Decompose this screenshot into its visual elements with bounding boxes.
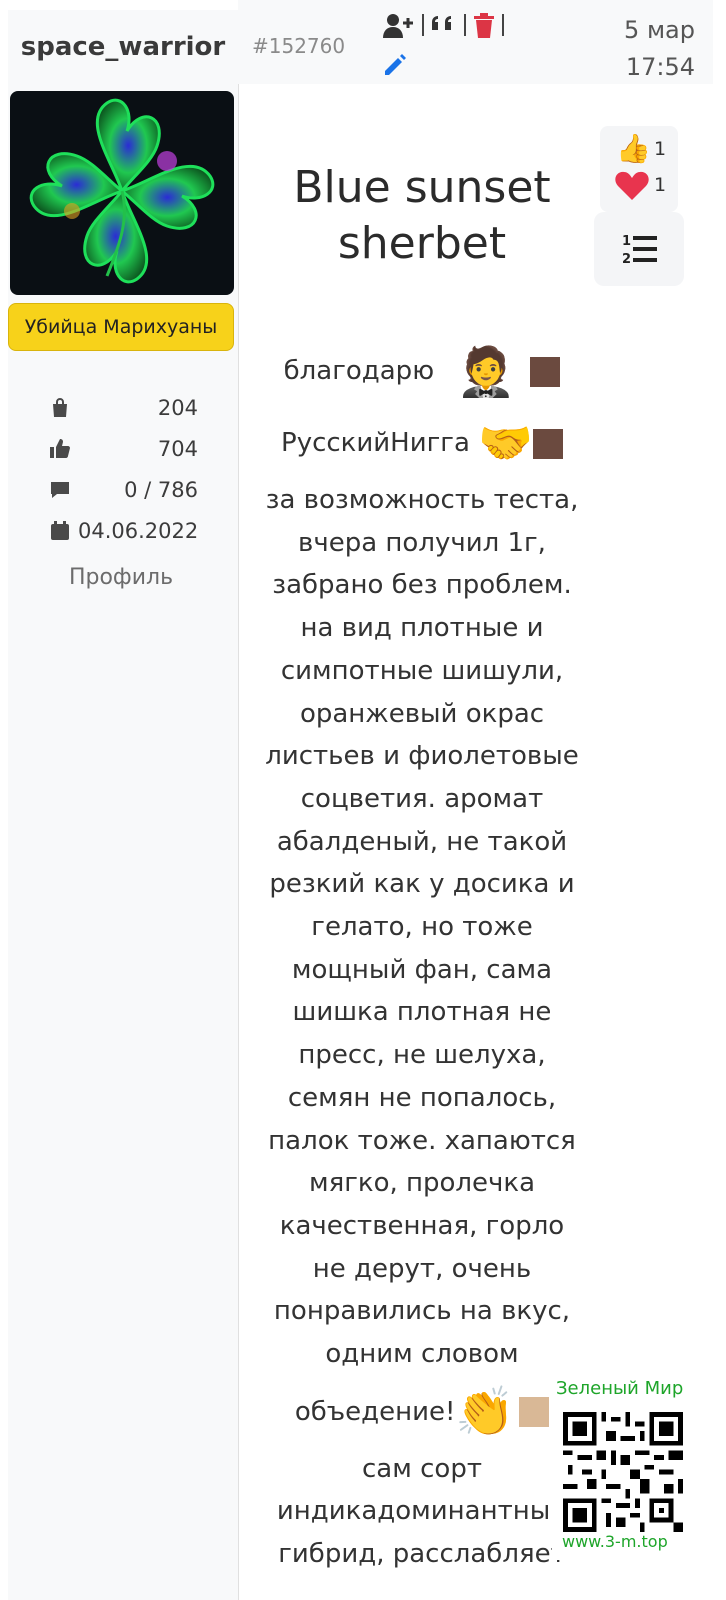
clapping-hands-emoji: 👏 xyxy=(455,1384,516,1441)
body-line: гелато, но тоже xyxy=(311,912,533,943)
table-of-contents-button[interactable]: 1 2 xyxy=(594,212,684,286)
stat-orders-value: 204 xyxy=(157,396,198,420)
user-sidebar: space_warrior Убийца Марихуаны 204 704 0… xyxy=(8,10,239,1600)
handshake-emoji: 🤝 xyxy=(478,417,533,469)
body-line: соцветия. аромат xyxy=(300,783,544,814)
stat-comments: 0 / 786 xyxy=(48,475,198,505)
post-title: Blue sunset sherbet xyxy=(262,160,582,272)
calendar-icon xyxy=(51,521,69,540)
user-plus-icon[interactable] xyxy=(382,12,416,42)
skin-tone-square xyxy=(530,356,561,387)
stat-registered-value: 04.06.2022 xyxy=(78,519,199,543)
body-line: РусскийНигга 🤝 xyxy=(262,407,582,479)
svg-text:1: 1 xyxy=(622,234,631,249)
body-text: РусскийНигга xyxy=(281,428,470,458)
avatar[interactable] xyxy=(10,91,234,295)
quote-icon[interactable] xyxy=(430,12,458,42)
post-id[interactable]: #152760 xyxy=(252,34,345,58)
reactions-panel: 👍 1 1 xyxy=(600,126,678,212)
separator xyxy=(464,14,466,36)
stat-registered: 04.06.2022 xyxy=(48,516,198,546)
post-title-line: sherbet xyxy=(337,218,507,269)
body-line: сам сорт xyxy=(362,1453,482,1484)
body-line: качественная, горло xyxy=(279,1210,565,1241)
post-title-line: Blue sunset xyxy=(293,162,551,213)
body-line: благодарю 🤵 xyxy=(262,335,582,407)
username[interactable]: space_warrior xyxy=(8,32,238,62)
man-in-tuxedo-emoji: 🤵 xyxy=(456,343,517,400)
heart-icon[interactable] xyxy=(614,170,650,202)
body-line: одним словом xyxy=(325,1339,519,1370)
body-line: индикадоминантный xyxy=(276,1496,568,1527)
trash-icon[interactable] xyxy=(472,12,496,42)
stat-likes: 704 xyxy=(48,434,198,464)
body-text: благодарю xyxy=(283,356,435,386)
separator xyxy=(422,14,424,36)
post-time: 17:54 xyxy=(625,53,695,81)
separator xyxy=(502,14,504,36)
comment-icon xyxy=(51,482,69,498)
post-datetime: 5 мар 17:54 xyxy=(624,12,695,86)
stat-likes-value: 704 xyxy=(157,437,198,461)
thumbs-up-icon xyxy=(50,439,70,458)
body-line: резкий как у досика и xyxy=(269,869,575,900)
body-line: семян не попалось, xyxy=(287,1082,557,1113)
thumbs-up-count: 1 xyxy=(654,138,667,160)
skin-tone-square xyxy=(519,1397,550,1428)
pencil-icon[interactable] xyxy=(382,52,408,78)
watermark: Зеленый Мир www.3-m.top xyxy=(552,1378,702,1560)
body-text: объедение! xyxy=(294,1396,456,1427)
body-line: пресс, не шелуха, xyxy=(298,1040,546,1071)
body-line: оранжевый окрас xyxy=(299,698,545,729)
profile-link[interactable]: Профиль xyxy=(8,565,234,590)
body-line: палок тоже. хапаются xyxy=(268,1125,576,1156)
watermark-url: www.3-m.top xyxy=(562,1532,668,1551)
thumbs-up-icon[interactable]: 👍 xyxy=(616,132,651,165)
body-line: листьев и фиолетовые xyxy=(265,741,579,772)
post-actions xyxy=(382,12,532,42)
body-line: понравились на вкус, xyxy=(273,1296,571,1327)
svg-text:2: 2 xyxy=(622,252,631,266)
body-line: забрано без проблем. xyxy=(272,570,572,601)
qr-code xyxy=(563,1412,683,1532)
body-line: мощный фан, сама xyxy=(291,954,553,985)
body-line: объедение!👏 xyxy=(262,1376,582,1448)
body-line: на вид плотные и xyxy=(300,613,544,644)
ordered-list-icon: 1 2 xyxy=(622,234,657,266)
body-line: не дерут, очень xyxy=(312,1253,532,1284)
body-line: абалденый, не такой xyxy=(276,826,568,857)
heart-count: 1 xyxy=(654,174,667,196)
role-badge: Убийца Марихуаны xyxy=(8,303,234,351)
post-header: #152760 5 мар 17:54 xyxy=(238,0,713,84)
stat-comments-value: 0 / 786 xyxy=(124,478,198,502)
body-line: симпотные шишули, xyxy=(280,655,564,686)
body-line: шишка плотная не xyxy=(292,997,552,1028)
body-line: мягко, пролечка xyxy=(308,1168,536,1199)
body-line: за возможность теста, xyxy=(265,485,579,515)
skin-tone-square xyxy=(532,428,563,459)
body-line: вчера получил 1г, xyxy=(298,527,546,558)
watermark-title: Зеленый Мир xyxy=(556,1378,684,1399)
post-body: благодарю 🤵 РусскийНигга 🤝 за возможност… xyxy=(262,335,582,1576)
stat-orders: 204 xyxy=(48,393,198,423)
shopping-bag-icon xyxy=(53,398,67,417)
body-line: гибрид, расслабляет xyxy=(278,1539,566,1570)
post-date: 5 мар xyxy=(624,16,695,44)
